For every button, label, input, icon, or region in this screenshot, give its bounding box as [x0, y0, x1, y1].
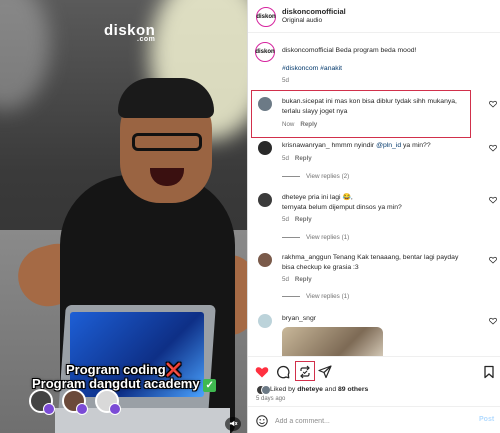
comment-like-icon[interactable]	[489, 317, 497, 325]
post-comment-button[interactable]: Post	[479, 416, 494, 423]
comment-like-icon[interactable]	[489, 256, 497, 264]
comment-text: hmmm nyindir	[331, 142, 375, 149]
comment-avatar[interactable]	[258, 253, 272, 267]
comment-meta: 5d Reply	[282, 216, 312, 223]
repost-icon[interactable]	[298, 365, 312, 379]
likes-summary: Liked by dheteye and 89 others	[270, 386, 368, 393]
post-caption: diskoncomofficial Beda program beda mood…	[282, 46, 492, 56]
comment-text: pria ini lagi 😂,	[308, 194, 353, 201]
comment-body: rakhma_anggun Tenang Kak tenaaang, benta…	[282, 253, 487, 272]
comment-body: bukan.sicepat ini mas kon bisa diblur ty…	[282, 97, 472, 116]
comment-like-icon[interactable]	[489, 196, 497, 204]
check-mark-icon: ✓	[203, 379, 217, 392]
person-glasses	[132, 133, 202, 151]
reply-button[interactable]: Reply	[295, 155, 312, 162]
save-bookmark-icon[interactable]	[482, 365, 496, 379]
account-username[interactable]: diskoncomofficial	[282, 7, 346, 16]
tag-badge-icon	[76, 403, 88, 415]
comment-input[interactable]	[275, 414, 470, 428]
tagged-user-avatar[interactable]	[62, 389, 88, 415]
comment-age: 5d	[282, 276, 289, 283]
comments-list[interactable]: diskon diskoncomofficial Beda program be…	[248, 33, 500, 356]
caption-hashtags[interactable]: #diskoncom #anakit	[282, 64, 342, 74]
comment-avatar[interactable]	[258, 193, 272, 207]
comment-body: dheteye pria ini lagi 😂, ternyata belum …	[282, 193, 482, 212]
liked-others[interactable]: 89 others	[338, 386, 368, 393]
reply-button[interactable]: Reply	[295, 216, 312, 223]
comment-username[interactable]: bukan.sicepat	[282, 98, 324, 105]
comment-like-icon[interactable]	[489, 100, 497, 108]
comment-icon[interactable]	[276, 365, 290, 379]
reply-button[interactable]: Reply	[295, 276, 312, 283]
comment-username[interactable]: rakhma_anggun	[282, 254, 331, 261]
comment-text: ini mas kon bisa diblur tydak sihh mukan…	[325, 98, 457, 105]
caption-username[interactable]: diskoncomofficial	[282, 47, 334, 54]
audio-link[interactable]: Original audio	[282, 17, 322, 24]
brand-watermark: diskon .com	[104, 22, 155, 43]
share-send-icon[interactable]	[318, 365, 332, 379]
emoji-icon[interactable]	[256, 415, 268, 427]
comment-text: ya min??	[403, 142, 431, 149]
comment-meta: 5d Reply	[282, 276, 312, 283]
view-replies-button[interactable]: View replies (1)	[282, 293, 349, 300]
tag-badge-icon	[109, 403, 121, 415]
comment-avatar[interactable]	[258, 314, 272, 328]
tag-badge-icon	[43, 403, 55, 415]
comment-like-icon[interactable]	[489, 144, 497, 152]
post-header: diskon diskoncomofficial Original audio	[248, 0, 500, 33]
liked-user[interactable]: dheteye	[297, 386, 323, 393]
comment-meta: 5d Reply	[282, 155, 312, 162]
post-age: 5 days ago	[256, 396, 286, 402]
caption-text-1: Program coding	[66, 362, 166, 377]
add-comment-bar: Post	[248, 406, 500, 433]
comment-image[interactable]	[282, 327, 383, 356]
tagged-user-avatar[interactable]	[29, 389, 55, 415]
liked-and: and	[324, 386, 337, 393]
reel-video[interactable]: diskon .com Program coding❌ Program dang…	[0, 0, 247, 433]
reply-button[interactable]: Reply	[300, 121, 317, 128]
video-caption-line-2: Program dangdut academy ✓	[32, 376, 217, 392]
comment-avatar[interactable]	[258, 97, 272, 111]
cross-mark-icon: ❌	[165, 362, 182, 377]
caption-age: 5d	[282, 77, 289, 84]
account-avatar[interactable]: diskon	[256, 7, 276, 27]
speaker-muted-icon[interactable]	[225, 417, 241, 431]
comment-text: Tenang Kak tenaaang, bentar lagi payday	[332, 254, 459, 261]
comment-mention[interactable]: @pln_id	[376, 142, 401, 149]
comment-age: Now	[282, 121, 295, 128]
person-hair	[118, 78, 214, 118]
comment-age: 5d	[282, 216, 289, 223]
comment-age: 5d	[282, 155, 289, 162]
comment-username[interactable]: bryan_sngr	[282, 314, 316, 324]
tagged-user-avatar[interactable]	[95, 389, 121, 415]
comment-meta: Now Reply	[282, 121, 317, 128]
view-replies-button[interactable]: View replies (2)	[282, 173, 349, 180]
comment-text: terlalu slayy joget nya	[282, 107, 348, 115]
caption-author-avatar[interactable]: diskon	[255, 42, 275, 62]
post-action-bar: Liked by dheteye and 89 others 5 days ag…	[248, 356, 500, 406]
comment-avatar[interactable]	[258, 141, 272, 155]
post-detail-pane: diskon diskoncomofficial Original audio …	[247, 0, 500, 433]
comment-text: ternyata belum dijemput dinsos ya min?	[282, 203, 402, 211]
caption-text: Beda program beda mood!	[335, 47, 417, 54]
comment-body: krisnawanryan_ hmmm nyindir @pln_id ya m…	[282, 141, 482, 151]
like-heart-icon[interactable]	[255, 365, 269, 379]
view-replies-button[interactable]: View replies (1)	[282, 234, 349, 241]
stage-light	[0, 0, 50, 110]
comment-username[interactable]: krisnawanryan_	[282, 142, 330, 149]
caption-text-2: Program dangdut academy	[32, 376, 200, 391]
comment-username[interactable]: dheteye	[282, 194, 306, 201]
liked-prefix: Liked by	[270, 386, 296, 393]
comment-text: bisa checkup ke grasia :3	[282, 263, 359, 271]
